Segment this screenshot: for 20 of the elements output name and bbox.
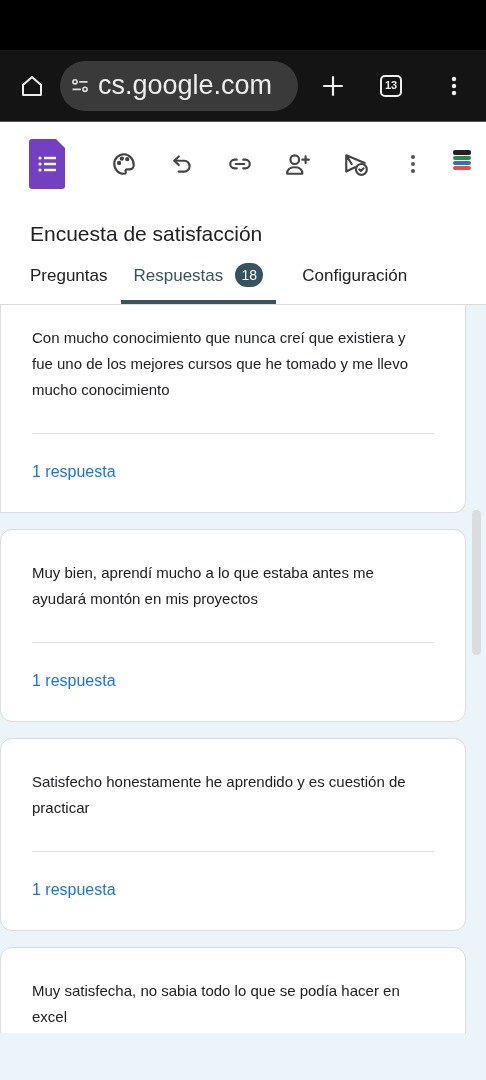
response-count[interactable]: 1 respuesta (32, 463, 116, 480)
address-bar[interactable]: cs.google.com (60, 60, 298, 111)
palette-icon[interactable] (111, 151, 137, 177)
response-count[interactable]: 1 respuesta (32, 881, 116, 898)
url-text: cs.google.com (98, 69, 273, 103)
tab-count[interactable]: 13 (380, 74, 402, 97)
response-count[interactable]: 1 respuesta (32, 672, 116, 689)
form-title: Encuesta de satisfacción (29, 221, 264, 247)
response-text: Muy bien, aprendí mucho a lo que estaba antes me ayudará montón en mis proyectos (32, 563, 375, 609)
tab[interactable]: Configuración (302, 262, 408, 304)
send-check-icon[interactable] (343, 151, 369, 177)
add-person-icon[interactable] (285, 151, 311, 177)
response-text: Muy satisfecha, no sabia todo lo que se podía hacer en excel (32, 981, 401, 1027)
home-icon[interactable] (20, 73, 44, 98)
response-text: Con mucho conocimiento que nunca creí que existiera y fue uno de los mejores cursos que he tomado y me llevo mucho conocimiento (32, 328, 410, 400)
forms-logo-icon[interactable] (29, 139, 65, 189)
response-text: Satisfecho honestamente he aprendido y es cuestión de practicar (32, 772, 407, 818)
count-badge: 18 (235, 263, 264, 288)
scrollbar[interactable] (472, 510, 481, 655)
tab[interactable]: Preguntas (30, 262, 108, 304)
